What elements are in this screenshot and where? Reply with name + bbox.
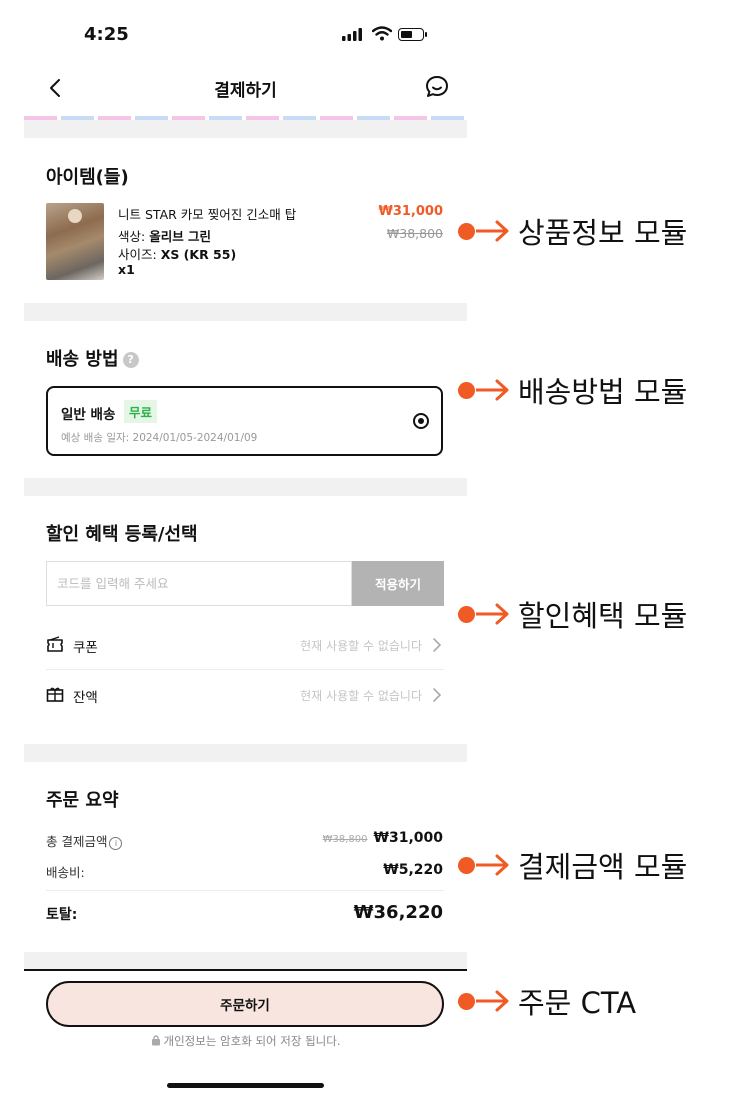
product-size-label: 사이즈: xyxy=(118,247,161,262)
arrow-right-icon xyxy=(476,379,509,401)
shipping-fee-value: ₩5,220 xyxy=(383,862,443,878)
total-payment-amount: ₩31,000 xyxy=(373,830,443,846)
balance-status: 현재 사용할 수 없습니다 xyxy=(300,689,422,703)
summary-section-title: 주문 요약 xyxy=(46,790,119,811)
app-header: 결제하기 xyxy=(24,64,467,110)
product-original-price: ₩38,800 xyxy=(386,226,443,241)
coupon-label: 쿠폰 xyxy=(73,640,98,656)
chevron-right-icon xyxy=(433,638,442,652)
annotation-dot-icon xyxy=(458,381,475,399)
shipping-option-name: 일반 배송 xyxy=(61,407,116,423)
annotation-label: 상품정보 모듈 xyxy=(518,216,688,250)
product-name: 니트 STAR 카모 찢어진 긴소매 탑 xyxy=(118,207,297,222)
section-divider xyxy=(24,952,467,969)
annotation-dot-icon xyxy=(458,856,475,874)
help-icon[interactable]: ? xyxy=(122,352,139,368)
grand-total-label: 토탈: xyxy=(46,907,78,923)
annotation-dot-icon xyxy=(458,222,475,240)
arrow-right-icon xyxy=(476,854,509,876)
checkout-screen: 4:25 결제하기 아이템(들) 니트 STAR 카모 찢어진 긴소매 탑 색상… xyxy=(24,0,467,1103)
annotation-order-cta: 주문 CTA xyxy=(458,981,636,1021)
section-divider xyxy=(24,303,467,321)
product-color-label: 색상: xyxy=(118,229,150,244)
shipping-title-text: 배송 방법 xyxy=(46,349,119,370)
battery-icon xyxy=(398,28,427,41)
page-title: 결제하기 xyxy=(214,81,277,101)
product-size-value: XS (KR 55) xyxy=(160,247,237,262)
total-payment-original: ₩38,800 xyxy=(322,834,368,845)
coupon-icon xyxy=(47,636,63,652)
cellular-signal-icon xyxy=(342,28,362,41)
shipping-fee-label: 배송비: xyxy=(46,865,85,880)
row-divider xyxy=(46,669,444,670)
grand-total-value: ₩36,220 xyxy=(353,902,443,923)
annotation-label: 할인혜택 모듈 xyxy=(518,599,688,633)
lock-icon xyxy=(151,1035,160,1046)
radio-selected-icon[interactable] xyxy=(413,413,429,429)
secure-note-text: 개인정보는 암호화 되어 저장 됩니다. xyxy=(163,1034,341,1048)
annotation-product-info: 상품정보 모듈 xyxy=(458,211,687,251)
annotation-payment: 결제금액 모듈 xyxy=(458,845,687,885)
annotation-dot-icon xyxy=(458,992,475,1010)
total-payment-value: ₩38,800 ₩31,000 xyxy=(323,830,443,846)
chat-support-icon[interactable] xyxy=(424,74,450,100)
chevron-right-icon xyxy=(433,688,442,702)
status-time: 4:25 xyxy=(84,24,129,45)
product-sale-price: ₩31,000 xyxy=(378,204,443,219)
section-divider xyxy=(24,478,467,496)
secure-note: 개인정보는 암호화 되어 저장 됩니다. xyxy=(24,1033,467,1049)
section-divider xyxy=(24,744,467,762)
annotation-label: 배송방법 모듈 xyxy=(518,375,688,409)
product-color: 색상: 올리브 그린 xyxy=(118,226,211,245)
product-quantity: x1 xyxy=(118,262,135,277)
coupon-row[interactable]: 쿠폰 현재 사용할 수 없습니다 xyxy=(46,623,444,667)
promo-code-input[interactable] xyxy=(46,561,352,606)
summary-divider xyxy=(46,890,444,891)
place-order-button[interactable]: 주문하기 xyxy=(46,981,444,1027)
section-divider xyxy=(24,120,467,138)
arrow-right-icon xyxy=(476,220,509,242)
discount-section-title: 할인 혜택 등록/선택 xyxy=(46,524,198,545)
annotation-discount: 할인혜택 모듈 xyxy=(458,594,687,634)
apply-code-button[interactable]: 적용하기 xyxy=(352,561,444,606)
arrow-right-icon xyxy=(476,990,509,1012)
shipping-section-title: 배송 방법? xyxy=(46,345,139,371)
balance-row[interactable]: 잔액 현재 사용할 수 없습니다 xyxy=(46,673,444,717)
free-badge: 무료 xyxy=(124,400,158,423)
annotation-shipping: 배송방법 모듈 xyxy=(458,370,687,410)
shipping-eta: 예상 배송 일자: 2024/01/05-2024/01/09 xyxy=(61,432,258,444)
home-indicator[interactable] xyxy=(167,1083,324,1088)
footer-border xyxy=(24,969,467,971)
total-payment-label: 총 결제금액 i xyxy=(46,831,123,850)
arrow-right-icon xyxy=(476,603,509,625)
balance-label: 잔액 xyxy=(73,690,98,706)
info-icon[interactable]: i xyxy=(109,837,123,850)
product-thumbnail[interactable] xyxy=(46,203,104,280)
product-size: 사이즈: XS (KR 55) xyxy=(118,244,236,263)
status-bar: 4:25 xyxy=(24,0,467,60)
wifi-icon xyxy=(372,26,392,41)
items-section-title: 아이템(들) xyxy=(46,167,129,188)
annotation-label: 결제금액 모듈 xyxy=(518,850,688,884)
shipping-option-standard[interactable]: 일반 배송 무료 예상 배송 일자: 2024/01/05-2024/01/09 xyxy=(46,386,443,456)
coupon-status: 현재 사용할 수 없습니다 xyxy=(300,639,422,653)
total-payment-label-text: 총 결제금액 xyxy=(46,834,108,849)
annotation-dot-icon xyxy=(458,605,475,623)
annotation-label: 주문 CTA xyxy=(518,986,637,1020)
product-color-value: 올리브 그린 xyxy=(149,229,212,244)
balance-icon xyxy=(46,687,64,702)
